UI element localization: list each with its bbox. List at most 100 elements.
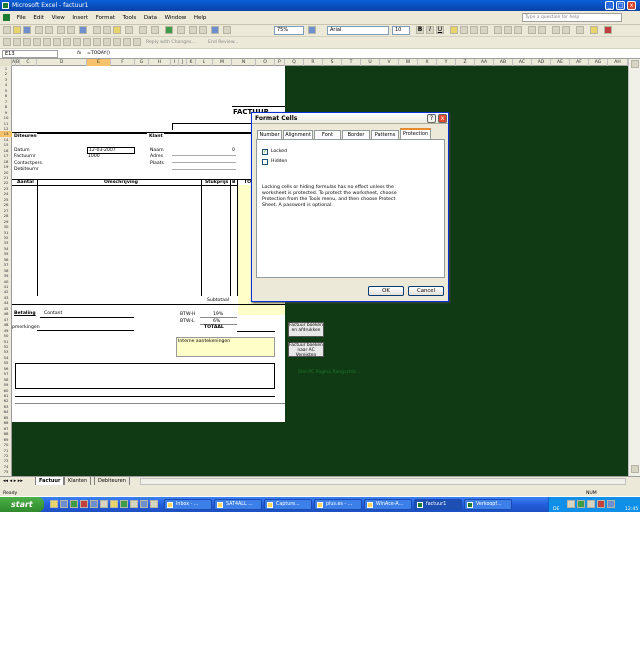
quicklaunch-icon-7[interactable]	[110, 500, 118, 508]
select-all-corner[interactable]	[0, 59, 12, 66]
column-header-ah[interactable]: AH	[608, 59, 628, 66]
column-header-ag[interactable]: AG	[589, 59, 608, 66]
review-icon-3[interactable]	[23, 38, 31, 46]
quicklaunch-icon-6[interactable]	[100, 500, 108, 508]
quicklaunch-icon-5[interactable]	[90, 500, 98, 508]
menu-data[interactable]: Data	[141, 11, 160, 25]
task-capture[interactable]: Capture...	[264, 499, 312, 510]
tray-icon-3[interactable]	[587, 500, 595, 508]
quicklaunch-icon-4[interactable]	[80, 500, 88, 508]
maximize-button[interactable]: □	[616, 1, 625, 10]
copy-icon[interactable]	[103, 26, 111, 34]
increase-decimal-icon[interactable]	[528, 26, 536, 34]
column-header-s[interactable]: S	[323, 59, 342, 66]
column-header-ab[interactable]: AB	[494, 59, 513, 66]
column-header-aa[interactable]: AA	[475, 59, 494, 66]
cut-icon[interactable]	[93, 26, 101, 34]
fill-color-icon[interactable]	[590, 26, 598, 34]
chart-wizard-icon[interactable]	[211, 26, 219, 34]
borders-icon[interactable]	[576, 26, 584, 34]
cancel-button[interactable]: Cancel	[408, 286, 444, 296]
format-painter-icon[interactable]	[125, 26, 133, 34]
review-icon-11[interactable]	[103, 38, 111, 46]
review-icon-1[interactable]	[3, 38, 11, 46]
column-header-m[interactable]: M	[213, 59, 232, 66]
factuurnr-cell[interactable]: 1000	[88, 154, 100, 159]
column-header-h[interactable]: H	[149, 59, 171, 66]
factuur-afdrukken-button[interactable]: Factuur boeken en afdrukken	[288, 322, 324, 337]
hidden-checkbox[interactable]	[262, 159, 268, 165]
open-icon[interactable]	[13, 26, 21, 34]
redo-icon[interactable]	[151, 26, 159, 34]
italic-button[interactable]: I	[426, 26, 434, 34]
font-size-select[interactable]: 10	[392, 26, 410, 35]
formula-input[interactable]: =TODAY()	[87, 51, 110, 56]
tab-nav-arrows-icon[interactable]: ◂◂ ◂ ▸ ▸▸	[3, 478, 23, 484]
menu-window[interactable]: Window	[162, 11, 190, 25]
naam-cell[interactable]: 0	[232, 148, 235, 153]
paste-icon[interactable]	[113, 26, 121, 34]
review-icon-14[interactable]	[133, 38, 141, 46]
tray-icon-5[interactable]	[607, 500, 615, 508]
review-icon-5[interactable]	[43, 38, 51, 46]
quicklaunch-icon-9[interactable]	[130, 500, 138, 508]
task-verkoop[interactable]: Verkoopf...	[464, 499, 512, 510]
row-header[interactable]: 75	[0, 469, 12, 474]
scroll-down-icon[interactable]	[631, 465, 639, 473]
start-button[interactable]: start	[0, 497, 44, 512]
task-plus[interactable]: plus.es - ...	[314, 499, 362, 510]
column-header-t[interactable]: T	[342, 59, 361, 66]
dialog-close-button[interactable]: x	[438, 114, 447, 123]
tray-icon-1[interactable]	[567, 500, 575, 508]
column-header-o[interactable]: O	[256, 59, 275, 66]
new-icon[interactable]	[3, 26, 11, 34]
ok-button[interactable]: OK	[368, 286, 404, 296]
help-search-input[interactable]: Type a question for help	[522, 13, 622, 22]
column-header-x[interactable]: X	[418, 59, 437, 66]
align-right-icon[interactable]	[470, 26, 478, 34]
locked-label[interactable]: Locked	[271, 149, 287, 154]
column-header-y[interactable]: Y	[437, 59, 456, 66]
menu-file[interactable]: File	[14, 11, 29, 25]
email-icon[interactable]	[45, 26, 53, 34]
spelling-icon[interactable]	[79, 26, 87, 34]
comma-style-icon[interactable]	[514, 26, 522, 34]
quicklaunch-icon-3[interactable]	[70, 500, 78, 508]
end-review-button[interactable]: End Review...	[208, 40, 239, 45]
horizontal-scrollbar[interactable]	[140, 478, 626, 485]
invoice-page[interactable]: FACTUUR Diteuren Klant Datum 12-03-2007 …	[12, 66, 285, 422]
menu-help[interactable]: Help	[191, 11, 210, 25]
align-center-icon[interactable]	[460, 26, 468, 34]
review-icon-4[interactable]	[33, 38, 41, 46]
column-header-e[interactable]: E	[87, 59, 111, 66]
column-header-ad[interactable]: AD	[532, 59, 551, 66]
decrease-decimal-icon[interactable]	[538, 26, 546, 34]
column-header-z[interactable]: Z	[456, 59, 475, 66]
column-header-q[interactable]: Q	[285, 59, 304, 66]
tray-icon-2[interactable]	[577, 500, 585, 508]
review-icon-6[interactable]	[53, 38, 61, 46]
quicklaunch-icon-1[interactable]	[50, 500, 58, 508]
quicklaunch-icon-2[interactable]	[60, 500, 68, 508]
vertical-scrollbar[interactable]	[628, 59, 640, 476]
menu-insert[interactable]: Insert	[69, 11, 91, 25]
betaling-cell[interactable]: Contant	[44, 311, 62, 316]
column-header-j[interactable]: J	[179, 59, 187, 66]
column-header-c[interactable]: C	[20, 59, 37, 66]
task-sat4all[interactable]: SAT4ALL ...	[214, 499, 262, 510]
menu-format[interactable]: Format	[93, 11, 118, 25]
close-button[interactable]: x	[627, 1, 636, 10]
task-factuur1[interactable]: factuur1	[414, 499, 462, 510]
undo-icon[interactable]	[139, 26, 147, 34]
column-header-d[interactable]: D	[37, 59, 87, 66]
column-header-v[interactable]: V	[380, 59, 399, 66]
review-icon-7[interactable]	[63, 38, 71, 46]
menu-edit[interactable]: Edit	[30, 11, 47, 25]
align-left-icon[interactable]	[450, 26, 458, 34]
menu-view[interactable]: View	[49, 11, 68, 25]
decrease-indent-icon[interactable]	[552, 26, 560, 34]
column-header-u[interactable]: U	[361, 59, 380, 66]
reply-with-changes-button[interactable]: Reply with Changes...	[146, 40, 196, 45]
drawing-icon[interactable]	[223, 26, 231, 34]
font-color-icon[interactable]	[604, 26, 612, 34]
